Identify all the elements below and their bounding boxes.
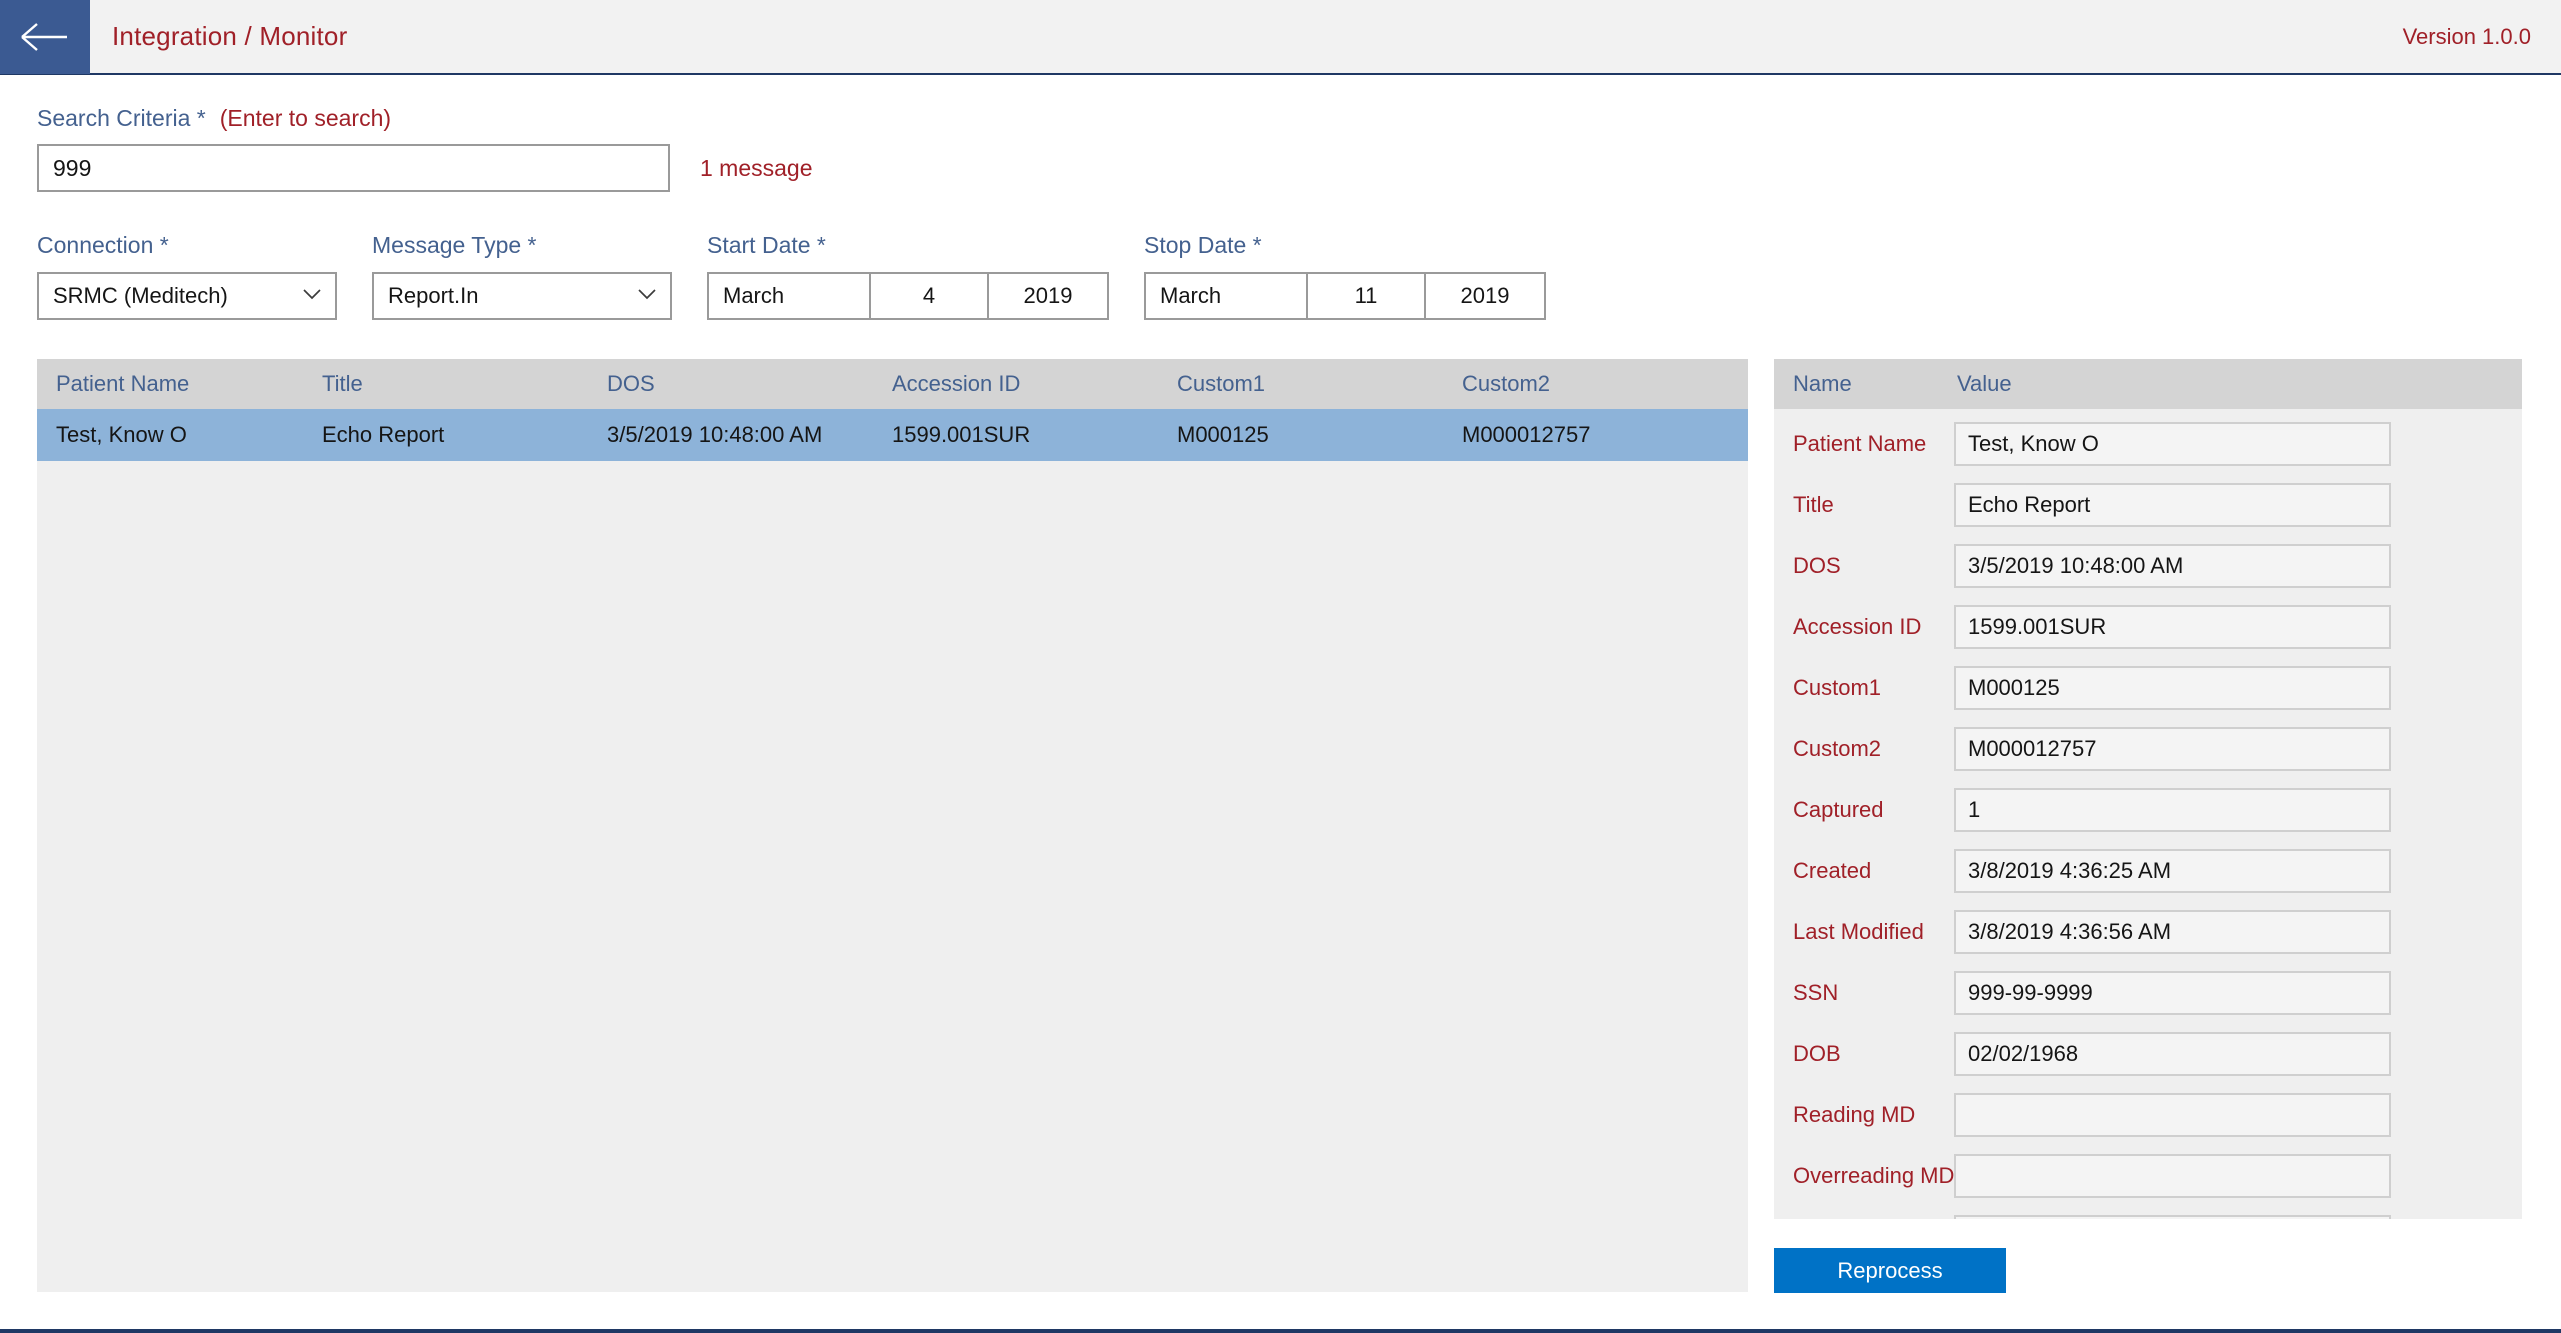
detail-row-dos: DOS 3/5/2019 10:48:00 AM — [1774, 535, 2522, 596]
stop-date-picker[interactable]: March 11 2019 — [1144, 272, 1546, 320]
detail-label-last-modified: Last Modified — [1793, 918, 1924, 944]
detail-value-partial[interactable] — [1954, 1214, 2391, 1219]
detail-label-custom2: Custom2 — [1793, 735, 1882, 761]
detail-label-title: Title — [1793, 491, 1834, 517]
filter-bar: Connection * SRMC (Meditech) Message Typ… — [37, 232, 1546, 320]
connection-label: Connection * — [37, 232, 169, 258]
start-date-label: Start Date * — [707, 232, 826, 258]
search-label-row: Search Criteria * (Enter to search) — [37, 105, 1437, 132]
detail-label-dob: DOB — [1793, 1040, 1841, 1066]
start-date-month[interactable]: March — [709, 274, 869, 318]
results-grid-header: Patient Name Title DOS Accession ID Cust… — [37, 359, 1748, 409]
detail-value-captured[interactable]: 1 — [1954, 787, 2391, 832]
message-type-select[interactable]: Report.In — [372, 272, 672, 320]
bottom-rule — [0, 1329, 2561, 1333]
search-row: 1 message — [37, 144, 1437, 192]
detail-row-overreading-md: Overreading MD — [1774, 1145, 2522, 1206]
cell-title: Echo Report — [322, 422, 445, 447]
search-block: Search Criteria * (Enter to search) 1 me… — [37, 105, 1437, 192]
back-button[interactable] — [0, 0, 90, 74]
chevron-down-icon — [303, 287, 321, 305]
detail-label-reading-md: Reading MD — [1793, 1101, 1916, 1127]
detail-label-dos: DOS — [1793, 552, 1841, 578]
detail-label-captured: Captured — [1793, 796, 1884, 822]
table-row[interactable]: Test, Know O Echo Report 3/5/2019 10:48:… — [37, 409, 1748, 461]
connection-filter: Connection * SRMC (Meditech) — [37, 232, 337, 320]
cell-accession-id: 1599.001SUR — [892, 422, 1031, 447]
detail-row-created: Created 3/8/2019 4:36:25 AM — [1774, 840, 2522, 901]
column-header-value: Value — [1957, 371, 2012, 396]
version-label: Version 1.0.0 — [2402, 23, 2531, 49]
detail-label-overreading-md: Overreading MD — [1793, 1162, 1955, 1188]
detail-row-patient-name: Patient Name Test, Know O — [1774, 413, 2522, 474]
message-count-label: 1 message — [700, 154, 813, 181]
column-header-dos[interactable]: DOS — [607, 371, 892, 397]
stop-date-day[interactable]: 11 — [1306, 274, 1424, 318]
page-title: Integration / Monitor — [112, 21, 348, 51]
message-type-label: Message Type * — [372, 232, 537, 258]
detail-value-dos[interactable]: 3/5/2019 10:48:00 AM — [1954, 543, 2391, 588]
column-header-patient-name[interactable]: Patient Name — [37, 371, 322, 397]
detail-panel: Name Value Patient Name Test, Know O Tit… — [1774, 359, 2522, 1219]
results-grid: Patient Name Title DOS Accession ID Cust… — [37, 359, 1748, 1292]
connection-select[interactable]: SRMC (Meditech) — [37, 272, 337, 320]
detail-value-accession-id[interactable]: 1599.001SUR — [1954, 604, 2391, 649]
message-type-filter: Message Type * Report.In — [372, 232, 672, 320]
detail-value-custom2[interactable]: M000012757 — [1954, 726, 2391, 771]
title-bar: Integration / Monitor Version 1.0.0 — [0, 0, 2561, 75]
detail-row-ssn: SSN 999-99-9999 — [1774, 962, 2522, 1023]
detail-row-custom2: Custom2 M000012757 — [1774, 718, 2522, 779]
reprocess-button[interactable]: Reprocess — [1774, 1248, 2006, 1293]
detail-panel-header: Name Value — [1774, 359, 2522, 409]
stop-date-label: Stop Date * — [1144, 232, 1262, 258]
message-type-value: Report.In — [388, 283, 479, 308]
start-date-picker[interactable]: March 4 2019 — [707, 272, 1109, 320]
stop-date-month[interactable]: March — [1146, 274, 1306, 318]
detail-label-accession-id: Accession ID — [1793, 613, 1922, 639]
stop-date-year[interactable]: 2019 — [1424, 274, 1544, 318]
detail-row-reading-md: Reading MD — [1774, 1084, 2522, 1145]
detail-value-reading-md[interactable] — [1954, 1092, 2391, 1137]
cell-patient-name: Test, Know O — [56, 422, 187, 447]
start-date-day[interactable]: 4 — [869, 274, 987, 318]
start-date-filter: Start Date * March 4 2019 — [707, 232, 1109, 320]
column-header-title[interactable]: Title — [322, 371, 607, 397]
detail-value-created[interactable]: 3/8/2019 4:36:25 AM — [1954, 848, 2391, 893]
detail-value-patient-name[interactable]: Test, Know O — [1954, 421, 2391, 466]
detail-row-last-modified: Last Modified 3/8/2019 4:36:56 AM — [1774, 901, 2522, 962]
detail-value-custom1[interactable]: M000125 — [1954, 665, 2391, 710]
detail-row-partial — [1774, 1206, 2522, 1219]
detail-value-dob[interactable]: 02/02/1968 — [1954, 1031, 2391, 1076]
column-header-custom1[interactable]: Custom1 — [1177, 371, 1462, 397]
column-header-accession-id[interactable]: Accession ID — [892, 371, 1177, 397]
cell-custom1: M000125 — [1177, 422, 1269, 447]
detail-row-captured: Captured 1 — [1774, 779, 2522, 840]
cell-custom2: M000012757 — [1462, 422, 1591, 447]
search-criteria-label: Search Criteria * — [37, 105, 206, 131]
cell-dos: 3/5/2019 10:48:00 AM — [607, 422, 823, 447]
detail-row-accession-id: Accession ID 1599.001SUR — [1774, 596, 2522, 657]
detail-label-patient-name: Patient Name — [1793, 430, 1927, 456]
detail-row-title: Title Echo Report — [1774, 474, 2522, 535]
detail-field-list: Patient Name Test, Know O Title Echo Rep… — [1774, 409, 2522, 1219]
detail-label-created: Created — [1793, 857, 1872, 883]
detail-value-title[interactable]: Echo Report — [1954, 482, 2391, 527]
detail-value-ssn[interactable]: 999-99-9999 — [1954, 970, 2391, 1015]
detail-row-custom1: Custom1 M000125 — [1774, 657, 2522, 718]
search-input[interactable] — [37, 144, 670, 192]
detail-label-custom1: Custom1 — [1793, 674, 1882, 700]
connection-value: SRMC (Meditech) — [53, 283, 228, 308]
column-header-name: Name — [1793, 371, 1852, 396]
detail-row-dob: DOB 02/02/1968 — [1774, 1023, 2522, 1084]
column-header-custom2[interactable]: Custom2 — [1462, 371, 1747, 397]
search-hint: (Enter to search) — [219, 105, 392, 131]
arrow-left-icon — [20, 22, 70, 52]
stop-date-filter: Stop Date * March 11 2019 — [1144, 232, 1546, 320]
start-date-year[interactable]: 2019 — [987, 274, 1107, 318]
detail-value-overreading-md[interactable] — [1954, 1153, 2391, 1198]
detail-label-ssn: SSN — [1793, 979, 1839, 1005]
chevron-down-icon — [638, 287, 656, 305]
detail-value-last-modified[interactable]: 3/8/2019 4:36:56 AM — [1954, 909, 2391, 954]
